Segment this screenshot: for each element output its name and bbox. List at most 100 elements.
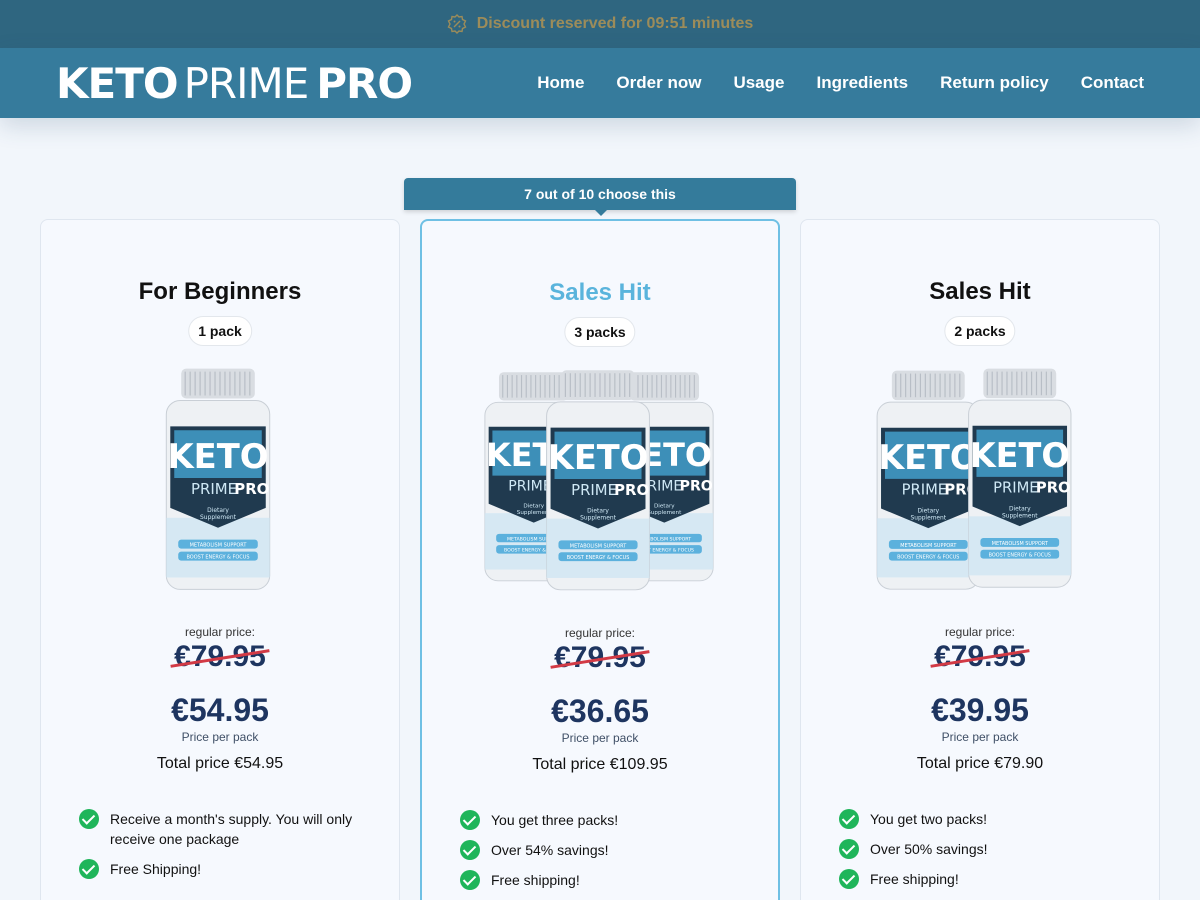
check-icon — [460, 870, 480, 890]
feature-text: Over 54% savings! — [491, 842, 609, 858]
old-price: €79.95 — [422, 641, 778, 675]
feature-text: You get two packs! — [870, 811, 988, 827]
svg-text:METABOLISM SUPPORT: METABOLISM SUPPORT — [992, 541, 1049, 547]
svg-text:PRIME: PRIME — [902, 482, 948, 499]
product-bottles-image: KETOPRIMEPRODietarySupplementMETABOLISM … — [876, 368, 1072, 590]
nav-order-now[interactable]: Order now — [600, 73, 717, 93]
check-icon — [839, 839, 859, 859]
price-per-pack-label: Price per pack — [561, 731, 639, 745]
old-price: €79.95 — [801, 640, 1159, 674]
svg-text:METABOLISM SUPPORT: METABOLISM SUPPORT — [190, 543, 248, 549]
feature-text: You get three packs! — [491, 812, 619, 828]
feature-item: Free shipping! — [460, 870, 750, 890]
supplement-bottle-icon: KETOPRIMEPRODietarySupplementMETABOLISM … — [968, 368, 1072, 588]
feature-text: Free shipping! — [491, 872, 580, 888]
price-per-pack-label: Price per pack — [941, 730, 1019, 744]
offer-card-3-packs[interactable]: Sales Hit 3 packs KETOPRIMEPRODietarySup… — [420, 219, 780, 900]
supplement-bottle-icon: KETOPRIMEPRODietarySupplementMETABOLISM … — [876, 370, 980, 590]
logo-part-prime: PRIME — [183, 59, 310, 108]
svg-text:Dietary: Dietary — [917, 508, 939, 514]
svg-text:Supplement: Supplement — [1002, 513, 1038, 519]
svg-text:BOOST ENERGY & FOCUS: BOOST ENERGY & FOCUS — [989, 553, 1051, 559]
supplement-bottle-icon: KETOPRIMEPRODietarySupplementMETABOLISM … — [546, 370, 650, 591]
check-icon — [79, 859, 99, 879]
feature-item: Free shipping! — [839, 869, 1129, 889]
card-title: For Beginners — [138, 278, 302, 305]
nav-contact[interactable]: Contact — [1065, 73, 1160, 93]
discount-timer-text: Discount reserved for 09:51 minutes — [476, 15, 754, 32]
site-header: KETO PRIME PRO Home Order now Usage Ingr… — [0, 48, 1200, 118]
regular-price-label: regular price: — [184, 625, 256, 639]
product-bottles-image: KETO PRIMEPRO DietarySupplement METABOLISM … — [165, 368, 271, 590]
old-price-value: €79.95 — [174, 640, 266, 673]
feature-list: Receive a month's supply. You will only … — [79, 809, 369, 889]
total-price: Total price €79.90 — [916, 755, 1044, 772]
svg-text:Supplement: Supplement — [580, 515, 616, 522]
current-price: €36.65 — [551, 693, 649, 729]
discount-tag-icon — [447, 14, 467, 34]
feature-list: You get two packs! Over 50% savings! Fre… — [839, 809, 1129, 899]
main-nav: Home Order now Usage Ingredients Return … — [521, 48, 1160, 118]
feature-item: Over 54% savings! — [460, 840, 750, 860]
svg-text:Dietary: Dietary — [654, 504, 675, 510]
regular-price-label: regular price: — [564, 626, 636, 640]
svg-text:BOOST ENERGY & FOCUS: BOOST ENERGY & FOCUS — [897, 555, 959, 561]
card-title: Sales Hit — [549, 279, 651, 306]
nav-ingredients[interactable]: Ingredients — [800, 73, 924, 93]
check-icon — [839, 869, 859, 889]
discount-bar: Discount reserved for 09:51 minutes — [0, 0, 1200, 48]
svg-text:PRO: PRO — [614, 482, 649, 499]
svg-text:Supplement: Supplement — [647, 510, 682, 516]
offer-card-2-packs[interactable]: Sales Hit 2 packs KETO PRIME PRO Dietary Sup… — [800, 219, 1160, 900]
feature-item: Free Shipping! — [79, 859, 369, 879]
card-title: Sales Hit — [929, 278, 1031, 305]
svg-text:METABOLISM SUPPORT: METABOLISM SUPPORT — [570, 543, 627, 549]
svg-text:Dietary: Dietary — [207, 507, 229, 514]
svg-text:PRO: PRO — [234, 480, 269, 498]
popular-choice-banner: 7 out of 10 choose this — [404, 178, 796, 216]
current-price: €54.95 — [171, 692, 269, 728]
pack-count-badge: 3 packs — [564, 317, 636, 347]
feature-item: Receive a month's supply. You will only … — [79, 809, 369, 849]
feature-text: Over 50% savings! — [870, 841, 988, 857]
svg-text:Supplement: Supplement — [910, 515, 946, 521]
logo-part-pro: PRO — [316, 59, 413, 108]
svg-text:METABOLISM SUPPORT: METABOLISM SUPPORT — [900, 543, 957, 549]
svg-text:PRIME: PRIME — [508, 479, 551, 495]
svg-text:Supplement: Supplement — [200, 514, 237, 521]
offer-card-1-pack[interactable]: For Beginners 1 pack KETO PRIME PRO Dietary… — [40, 219, 400, 900]
svg-text:PRO: PRO — [680, 479, 713, 495]
product-bottles-image: KETOPRIMEPRODietarySupplementMETABOLISM … — [484, 370, 714, 591]
old-price: €79.95 — [41, 640, 399, 674]
nav-return-policy[interactable]: Return policy — [924, 73, 1065, 93]
logo-part-keto: KETO — [56, 59, 179, 108]
svg-text:PRIME: PRIME — [993, 480, 1039, 497]
nav-home[interactable]: Home — [521, 73, 600, 93]
feature-item: Over 50% savings! — [839, 839, 1129, 859]
svg-text:PRIME: PRIME — [191, 480, 237, 498]
old-price-value: €79.95 — [934, 640, 1026, 673]
price-per-pack-label: Price per pack — [181, 730, 259, 744]
pack-count-badge: 2 packs — [944, 316, 1016, 346]
svg-text:KETO: KETO — [878, 438, 978, 477]
supplement-bottle-icon: KETO PRIMEPRO DietarySupplement METABOLISM … — [165, 368, 271, 590]
check-icon — [839, 809, 859, 829]
total-price: Total price €109.95 — [532, 756, 668, 773]
regular-price-label: regular price: — [944, 625, 1016, 639]
svg-text:Dietary: Dietary — [523, 504, 544, 510]
feature-item: You get three packs! — [460, 810, 750, 830]
feature-item: You get two packs! — [839, 809, 1129, 829]
svg-text:BOOST ENERGY & FOCUS: BOOST ENERGY & FOCUS — [567, 555, 630, 561]
svg-text:BOOST ENERGY & FOCUS: BOOST ENERGY & FOCUS — [186, 555, 249, 561]
svg-text:Dietary: Dietary — [1009, 506, 1031, 512]
nav-usage[interactable]: Usage — [717, 73, 800, 93]
current-price: €39.95 — [931, 692, 1029, 728]
feature-list: You get three packs! Over 54% savings! F… — [460, 810, 750, 900]
feature-text: Free shipping! — [870, 871, 959, 887]
old-price-value: €79.95 — [554, 641, 646, 674]
site-logo[interactable]: KETO PRIME PRO — [56, 59, 413, 108]
check-icon — [79, 809, 99, 829]
svg-text:KETO: KETO — [167, 437, 268, 476]
pack-count-badge: 1 pack — [188, 316, 252, 346]
svg-text:KETO: KETO — [970, 436, 1070, 475]
